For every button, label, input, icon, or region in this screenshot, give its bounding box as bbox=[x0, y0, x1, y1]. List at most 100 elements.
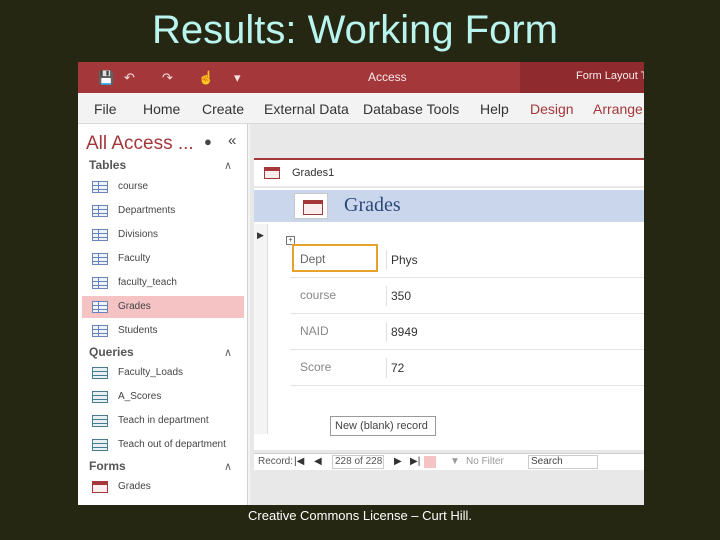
tab-home[interactable]: Home bbox=[143, 101, 180, 117]
form-icon bbox=[92, 481, 108, 493]
table-icon bbox=[92, 253, 108, 265]
nav-item-faculty-teach[interactable]: faculty_teach bbox=[82, 272, 244, 294]
nav-item-departments[interactable]: Departments bbox=[82, 200, 244, 222]
query-icon bbox=[92, 439, 108, 451]
field-label-dept[interactable]: Dept bbox=[300, 252, 325, 266]
nav-item-label: Faculty_Loads bbox=[118, 367, 184, 378]
field-input-dept[interactable]: Phys bbox=[386, 250, 644, 270]
touch-mode-icon[interactable]: ☝ bbox=[198, 70, 214, 86]
nav-item-label: A_Scores bbox=[118, 391, 162, 402]
nav-item-label: Grades bbox=[118, 301, 151, 312]
tab-help[interactable]: Help bbox=[480, 101, 509, 117]
table-icon bbox=[92, 301, 108, 313]
navigation-pane: All Access ... ● « Tables ∧ course Depar… bbox=[78, 124, 248, 505]
table-icon bbox=[92, 277, 108, 289]
app-title: Access bbox=[368, 70, 407, 84]
new-record-button[interactable] bbox=[424, 456, 436, 468]
nav-item-teach-out-of-department[interactable]: Teach out of department bbox=[82, 434, 244, 456]
query-icon bbox=[92, 391, 108, 403]
nav-item-label: Departments bbox=[118, 205, 176, 216]
form-body: Grades ▶ + Dept Phys course 350 NAID 894… bbox=[254, 188, 644, 450]
no-filter-indicator[interactable]: No Filter bbox=[466, 456, 504, 467]
tab-arrange[interactable]: Arrange bbox=[593, 101, 643, 117]
tab-file[interactable]: File bbox=[94, 101, 117, 117]
chevron-down-icon[interactable]: ● bbox=[204, 134, 212, 149]
next-record-icon[interactable]: ▶ bbox=[394, 456, 402, 467]
customize-icon[interactable]: ▾ bbox=[234, 70, 241, 86]
document-tab-label: Grades1 bbox=[292, 167, 335, 179]
previous-record-icon[interactable]: ◀ bbox=[314, 456, 322, 467]
nav-item-label: Faculty bbox=[118, 253, 151, 264]
title-bar: 💾 ↶ ↷ ☝ ▾ Access Form Layout T bbox=[78, 62, 644, 93]
record-label: Record: bbox=[258, 456, 294, 467]
collapse-group-icon[interactable]: ∧ bbox=[224, 460, 232, 473]
field-input-course[interactable]: 350 bbox=[386, 286, 644, 306]
first-record-icon[interactable]: |◀ bbox=[294, 456, 304, 467]
access-screenshot: 💾 ↶ ↷ ☝ ▾ Access Form Layout T File Home… bbox=[78, 62, 644, 505]
slide-title: Results: Working Form bbox=[151, 8, 558, 52]
table-icon bbox=[92, 181, 108, 193]
context-title: Form Layout T bbox=[576, 70, 644, 82]
nav-item-label: Grades bbox=[118, 481, 151, 492]
new-record-tooltip: New (blank) record bbox=[330, 416, 436, 436]
nav-item-a-scores[interactable]: A_Scores bbox=[82, 386, 244, 408]
field-input-score[interactable]: 72 bbox=[386, 358, 644, 378]
nav-item-label: Teach out of department bbox=[118, 439, 226, 450]
field-row-dept: Dept Phys bbox=[290, 242, 644, 278]
tab-create[interactable]: Create bbox=[202, 101, 244, 117]
document-tab-strip bbox=[250, 124, 644, 160]
filter-icon[interactable]: ▼ bbox=[450, 456, 460, 467]
search-input[interactable]: Search bbox=[528, 455, 598, 469]
field-label-score[interactable]: Score bbox=[300, 360, 331, 374]
nav-item-faculty-loads[interactable]: Faculty_Loads bbox=[82, 362, 244, 384]
collapse-group-icon[interactable]: ∧ bbox=[224, 346, 232, 359]
field-row-naid: NAID 8949 bbox=[290, 314, 644, 350]
collapse-group-icon[interactable]: ∧ bbox=[224, 159, 232, 172]
query-icon bbox=[92, 415, 108, 427]
tab-database-tools[interactable]: Database Tools bbox=[363, 101, 459, 117]
collapse-icon[interactable]: « bbox=[228, 132, 236, 149]
table-icon bbox=[92, 205, 108, 217]
table-icon bbox=[92, 325, 108, 337]
nav-pane-title[interactable]: All Access ... bbox=[86, 133, 194, 155]
table-icon bbox=[92, 229, 108, 241]
field-label-naid[interactable]: NAID bbox=[300, 324, 329, 338]
nav-item-label: faculty_teach bbox=[118, 277, 177, 288]
record-navigation-bar: Record: |◀ ◀ 228 of 228 ▶ ▶| ▼ No Filter… bbox=[254, 453, 644, 470]
field-input-naid[interactable]: 8949 bbox=[386, 322, 644, 342]
nav-item-teach-in-department[interactable]: Teach in department bbox=[82, 410, 244, 432]
form-title: Grades bbox=[344, 194, 401, 216]
current-record-input[interactable]: 228 of 228 bbox=[332, 455, 384, 469]
query-icon bbox=[92, 367, 108, 379]
redo-icon[interactable]: ↷ bbox=[162, 70, 173, 86]
form-header: Grades bbox=[254, 190, 644, 222]
tab-design[interactable]: Design bbox=[530, 101, 574, 117]
slide-footer: Creative Commons License – Curt Hill. bbox=[248, 508, 472, 523]
tab-external-data[interactable]: External Data bbox=[264, 101, 349, 117]
nav-item-faculty[interactable]: Faculty bbox=[82, 248, 244, 270]
nav-item-label: Divisions bbox=[118, 229, 159, 240]
group-queries[interactable]: Queries bbox=[89, 345, 134, 359]
form-icon bbox=[264, 167, 280, 179]
current-record-icon: ▶ bbox=[257, 230, 264, 240]
nav-item-grades-form[interactable]: Grades bbox=[82, 476, 244, 498]
nav-item-course[interactable]: course bbox=[82, 176, 244, 198]
field-label-course[interactable]: course bbox=[300, 288, 336, 302]
save-icon[interactable]: 💾 bbox=[98, 70, 114, 86]
last-record-icon[interactable]: ▶| bbox=[410, 456, 420, 467]
nav-item-label: Students bbox=[118, 325, 158, 336]
group-forms[interactable]: Forms bbox=[89, 459, 126, 473]
field-row-score: Score 72 bbox=[290, 350, 644, 386]
ribbon-tabs: File Home Create External Data Database … bbox=[78, 93, 644, 124]
nav-item-label: Teach in department bbox=[118, 415, 209, 426]
nav-item-grades-table[interactable]: Grades bbox=[82, 296, 244, 318]
field-row-course: course 350 bbox=[290, 278, 644, 314]
record-selector[interactable]: ▶ bbox=[254, 224, 268, 434]
nav-item-divisions[interactable]: Divisions bbox=[82, 224, 244, 246]
tab-grades1[interactable]: Grades1 bbox=[254, 158, 644, 186]
undo-icon[interactable]: ↶ bbox=[124, 70, 135, 86]
group-tables[interactable]: Tables bbox=[89, 158, 126, 172]
nav-item-label: course bbox=[118, 181, 149, 192]
form-icon bbox=[294, 193, 328, 219]
nav-item-students[interactable]: Students bbox=[82, 320, 244, 342]
